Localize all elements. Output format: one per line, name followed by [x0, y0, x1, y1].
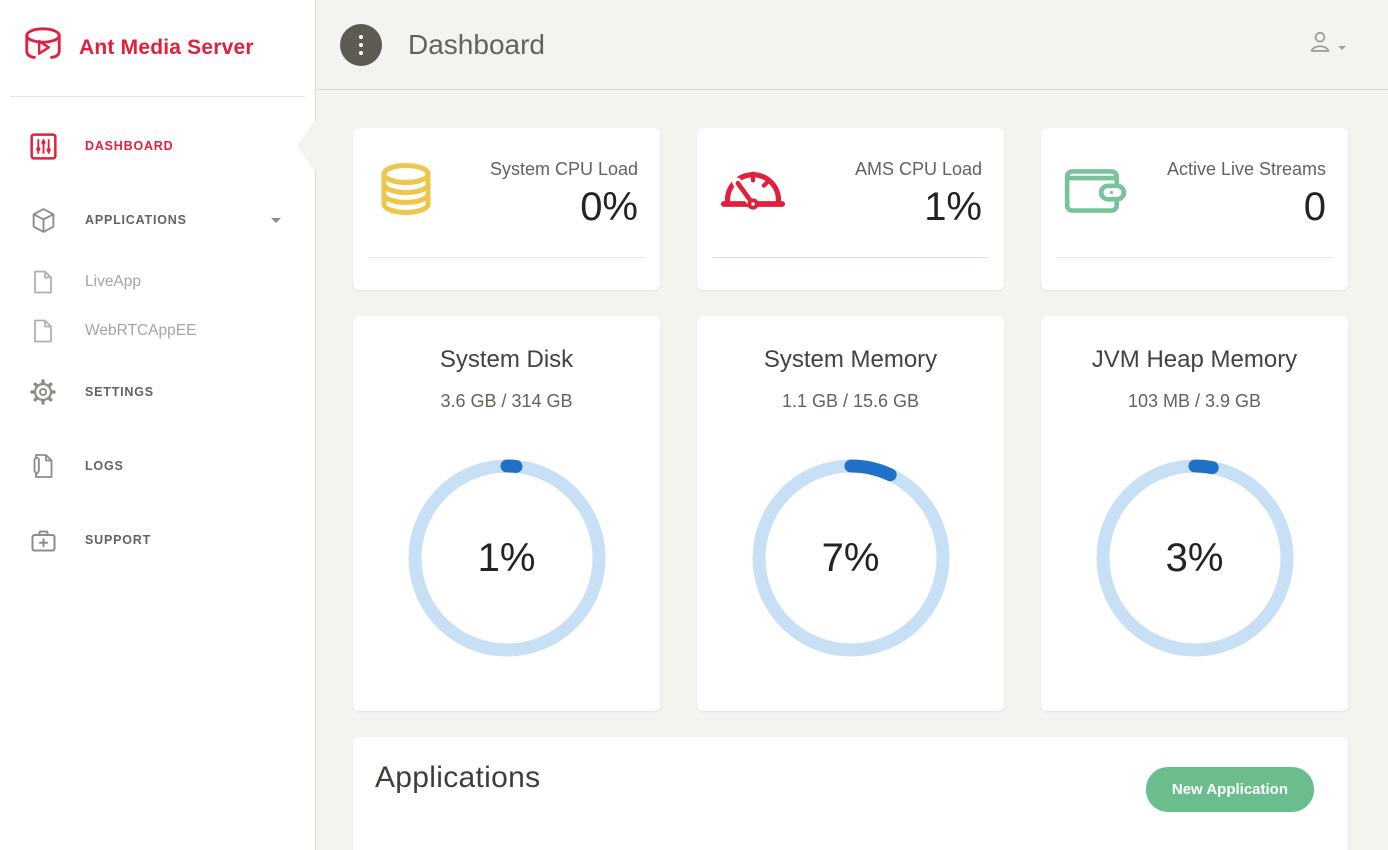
gear-icon [28, 378, 58, 406]
topbar: Dashboard [316, 0, 1388, 90]
gauge-subtitle: 103 MB / 3.9 GB [1041, 391, 1348, 412]
chevron-down-icon [1338, 46, 1346, 50]
gauge-card-system-memory: System Memory 1.1 GB / 15.6 GB 7% [697, 316, 1004, 711]
user-menu[interactable] [1307, 29, 1346, 60]
jvm-heap-gauge: 3% [1089, 452, 1301, 664]
gauge-percent: 3% [1089, 452, 1301, 664]
stat-card-system-cpu-load: System CPU Load 0% [353, 128, 660, 290]
stat-label: System CPU Load [490, 156, 638, 183]
new-application-button[interactable]: New Application [1146, 767, 1314, 812]
sidebar-item-webrtcappee[interactable]: WebRTCAppEE [0, 306, 315, 355]
sidebar-item-dashboard[interactable]: DASHBOARD [0, 109, 315, 183]
active-item-arrow [298, 120, 316, 172]
stat-card-active-live-streams: Active Live Streams 0 [1041, 128, 1348, 290]
stat-card-ams-cpu-load: AMS CPU Load 1% [697, 128, 1004, 290]
speedometer-icon [719, 156, 791, 231]
stat-value: 0 [1167, 183, 1326, 231]
applications-section: Applications New Application [353, 737, 1348, 850]
box-icon [28, 207, 58, 234]
disk-usage-gauge: 1% [401, 452, 613, 664]
menu-dots-button[interactable] [340, 24, 382, 66]
stat-label: Active Live Streams [1167, 156, 1326, 183]
user-icon [1307, 29, 1333, 60]
page-title: Dashboard [408, 29, 545, 61]
sliders-icon [28, 133, 58, 160]
sidebar-item-support[interactable]: SUPPORT [0, 503, 315, 577]
first-aid-kit-icon [28, 528, 58, 553]
gauge-subtitle: 3.6 GB / 314 GB [353, 391, 660, 412]
file-icon [28, 270, 58, 294]
applications-title: Applications [375, 761, 540, 795]
sidebar-item-label: WebRTCAppEE [85, 322, 196, 340]
log-file-icon [28, 453, 58, 479]
gauge-title: System Disk [353, 346, 660, 374]
stat-value: 1% [855, 183, 982, 231]
gauge-card-row: System Disk 3.6 GB / 314 GB 1% System Me… [353, 316, 1348, 711]
main-area: Dashboard [316, 0, 1388, 850]
stat-card-row: System CPU Load 0% [353, 128, 1348, 290]
brand-name: Ant Media Server [79, 36, 254, 60]
sidebar-item-label: LOGS [85, 459, 124, 473]
gauge-title: JVM Heap Memory [1041, 346, 1348, 374]
gauge-card-system-disk: System Disk 3.6 GB / 314 GB 1% [353, 316, 660, 711]
sidebar-item-label: DASHBOARD [85, 139, 173, 153]
stat-label: AMS CPU Load [855, 156, 982, 183]
sidebar-item-label: SETTINGS [85, 385, 154, 399]
chevron-down-icon [271, 218, 281, 223]
sidebar-item-label: SUPPORT [85, 533, 151, 547]
gauge-percent: 7% [745, 452, 957, 664]
sidebar-item-label: APPLICATIONS [85, 213, 187, 227]
sidebar-item-liveapp[interactable]: LiveApp [0, 257, 315, 306]
gauge-card-jvm-heap-memory: JVM Heap Memory 103 MB / 3.9 GB 3% [1041, 316, 1348, 711]
gauge-percent: 1% [401, 452, 613, 664]
sidebar-item-applications[interactable]: APPLICATIONS [0, 183, 315, 257]
stat-value: 0% [490, 183, 638, 231]
wallet-icon [1063, 156, 1135, 231]
app-window: Ant Media Server DASHBOARD [0, 0, 1388, 850]
sidebar-item-logs[interactable]: LOGS [0, 429, 315, 503]
dashboard-content: System CPU Load 0% [316, 90, 1388, 850]
file-icon [28, 319, 58, 343]
sidebar-item-settings[interactable]: SETTINGS [0, 355, 315, 429]
sidebar-nav: DASHBOARD APPLICATIONS [0, 97, 315, 577]
gauge-title: System Memory [697, 346, 1004, 374]
database-icon [375, 156, 447, 231]
gauge-subtitle: 1.1 GB / 15.6 GB [697, 391, 1004, 412]
sidebar-item-label: LiveApp [85, 273, 141, 291]
memory-usage-gauge: 7% [745, 452, 957, 664]
sidebar: Ant Media Server DASHBOARD [0, 0, 316, 850]
brand[interactable]: Ant Media Server [10, 0, 305, 97]
ant-media-logo-icon [20, 25, 66, 72]
